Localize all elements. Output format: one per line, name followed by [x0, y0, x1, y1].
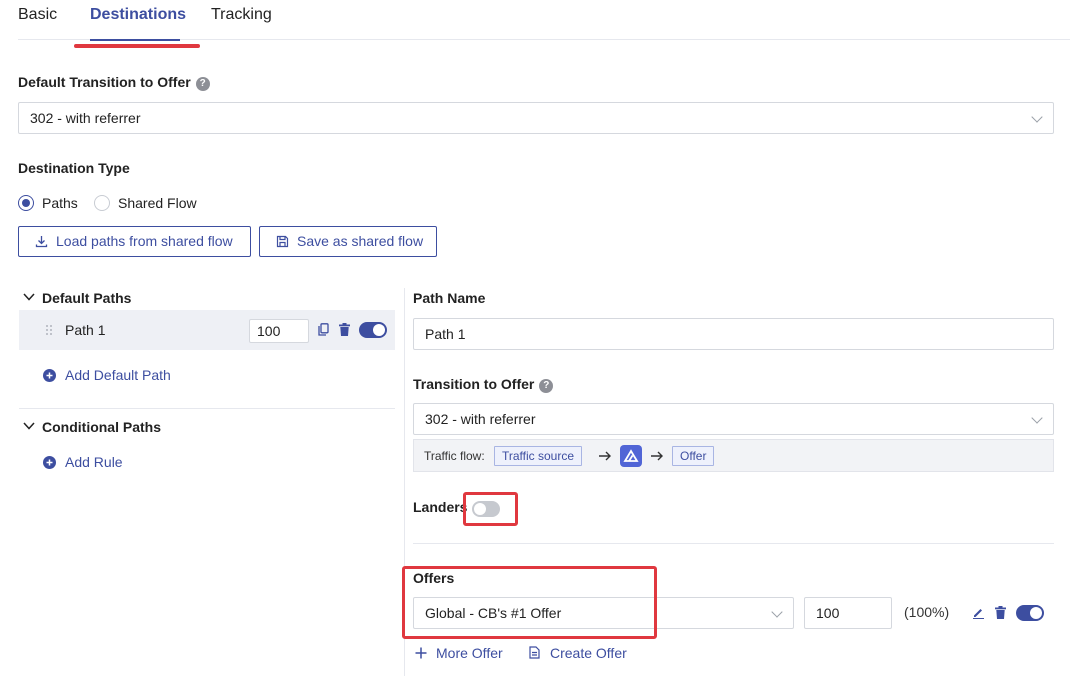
- create-offer-link[interactable]: Create Offer: [550, 645, 627, 661]
- trash-icon[interactable]: [339, 323, 350, 336]
- trash-icon[interactable]: [995, 606, 1006, 619]
- highlight-underline: [74, 44, 200, 48]
- arrow-right-icon: [599, 451, 611, 461]
- help-icon[interactable]: ?: [195, 77, 210, 91]
- conditional-paths-title[interactable]: Conditional Paths: [42, 419, 161, 435]
- chevron-down-icon: [1031, 412, 1043, 424]
- landers-label: Landers: [413, 499, 468, 515]
- traffic-source-chip: Traffic source: [494, 446, 583, 466]
- chevron-down-icon[interactable]: [23, 421, 35, 431]
- load-paths-button[interactable]: Load paths from shared flow: [18, 226, 251, 257]
- section-divider: [19, 408, 395, 409]
- highlight-box: [463, 492, 518, 526]
- radio-paths[interactable]: [18, 195, 34, 211]
- transition-select[interactable]: 302 - with referrer: [413, 403, 1054, 435]
- path-row[interactable]: Path 1 100: [19, 310, 395, 350]
- transition-label: Transition to Offer?: [413, 376, 554, 393]
- save-shared-flow-button[interactable]: Save as shared flow: [259, 226, 437, 257]
- highlight-box: [402, 566, 657, 639]
- default-paths-title[interactable]: Default Paths: [42, 290, 131, 306]
- plus-icon[interactable]: [415, 647, 427, 659]
- path-name: Path 1: [65, 322, 106, 338]
- path-name-label: Path Name: [413, 290, 486, 306]
- help-icon[interactable]: ?: [539, 379, 554, 393]
- download-icon: [35, 236, 48, 248]
- radio-paths-label[interactable]: Paths: [42, 195, 78, 211]
- more-offer-link[interactable]: More Offer: [436, 645, 503, 661]
- offer-chip: Offer: [672, 446, 715, 466]
- arrow-right-icon: [651, 451, 663, 461]
- offer-enable-toggle[interactable]: [1016, 605, 1044, 621]
- tracker-logo-icon: [620, 445, 642, 467]
- chevron-down-icon[interactable]: [23, 292, 35, 302]
- chevron-down-icon: [1031, 111, 1043, 123]
- save-icon: [276, 235, 289, 248]
- path-weight-input[interactable]: 100: [249, 319, 309, 343]
- tab-basic[interactable]: Basic: [18, 6, 57, 24]
- traffic-flow-label: Traffic flow:: [424, 449, 485, 463]
- edit-icon[interactable]: [972, 606, 985, 619]
- chevron-down-icon: [771, 606, 783, 618]
- destination-type-label: Destination Type: [18, 160, 130, 176]
- radio-shared-flow-label[interactable]: Shared Flow: [118, 195, 197, 211]
- plus-circle-icon[interactable]: [43, 456, 56, 469]
- traffic-flow-bar: Traffic flow: Traffic source Offer: [413, 439, 1054, 472]
- document-icon[interactable]: [529, 646, 540, 659]
- tab-destinations[interactable]: Destinations: [90, 6, 186, 24]
- plus-circle-icon[interactable]: [43, 369, 56, 382]
- drag-handle-icon[interactable]: [45, 324, 53, 336]
- offer-weight-input[interactable]: 100: [804, 597, 892, 629]
- default-transition-select[interactable]: 302 - with referrer: [18, 102, 1054, 134]
- section-divider: [413, 543, 1054, 544]
- offer-share: (100%): [904, 604, 950, 620]
- tab-tracking[interactable]: Tracking: [211, 6, 272, 24]
- path-enable-toggle[interactable]: [359, 322, 387, 338]
- active-tab-indicator: [90, 39, 180, 41]
- path-name-input[interactable]: Path 1: [413, 318, 1054, 350]
- copy-icon[interactable]: [318, 323, 329, 336]
- default-transition-label: Default Transition to Offer?: [18, 74, 210, 91]
- add-default-path-link[interactable]: Add Default Path: [65, 367, 171, 383]
- add-rule-link[interactable]: Add Rule: [65, 454, 123, 470]
- radio-shared-flow[interactable]: [94, 195, 110, 211]
